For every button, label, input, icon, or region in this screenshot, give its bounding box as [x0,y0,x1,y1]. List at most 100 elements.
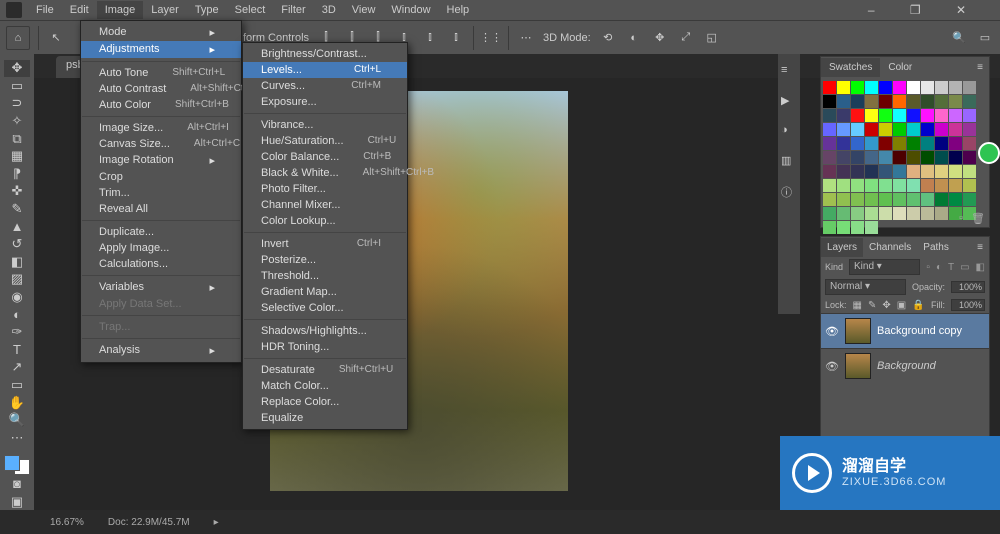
menu-item-shadows-highlights[interactable]: Shadows/Highlights... [243,323,407,339]
swatch[interactable] [851,221,864,234]
filter-smart-icon[interactable]: ◧ [976,262,985,273]
shape-tool[interactable]: ▭ [4,377,30,394]
menu-item-mode[interactable]: Mode▸ [81,24,241,41]
slide-3d-icon[interactable]: ⤢ [677,29,695,47]
swatch[interactable] [935,81,948,94]
swatch[interactable] [935,137,948,150]
menu-item-analysis[interactable]: Analysis▸ [81,342,241,359]
swatch[interactable] [907,137,920,150]
menu-select[interactable]: Select [227,1,274,19]
menu-item-desaturate[interactable]: DesaturateShift+Ctrl+U [243,362,407,378]
swatch[interactable] [949,137,962,150]
menu-item-vibrance[interactable]: Vibrance... [243,117,407,133]
eyedropper-tool[interactable]: ⁋ [4,166,30,183]
swatch[interactable] [879,137,892,150]
swatch[interactable] [921,123,934,136]
adjustments-panel-icon[interactable]: ◑ [781,124,797,140]
menu-help[interactable]: Help [439,1,478,19]
stamp-tool[interactable]: ▲ [4,218,30,235]
swatch[interactable] [893,179,906,192]
crop-tool[interactable]: ⧉ [4,130,30,147]
swatch[interactable] [921,137,934,150]
menu-item-selective-color[interactable]: Selective Color... [243,300,407,316]
swatch[interactable] [851,207,864,220]
menu-item-duplicate[interactable]: Duplicate... [81,224,241,240]
swatch[interactable] [921,109,934,122]
history-brush-tool[interactable]: ↺ [4,236,30,253]
swatch[interactable] [837,193,850,206]
swatch[interactable] [837,151,850,164]
swatch[interactable] [851,137,864,150]
delete-swatch-icon[interactable]: 🗑 [971,212,985,225]
menu-layer[interactable]: Layer [143,1,187,19]
swatch[interactable] [893,123,906,136]
swatch[interactable] [851,179,864,192]
play-panel-icon[interactable]: ▶ [781,94,797,110]
swatch[interactable] [865,123,878,136]
filter-adjust-icon[interactable]: ◐ [936,262,942,273]
info-panel-icon[interactable]: ⓘ [781,184,797,200]
swatch[interactable] [879,207,892,220]
gradient-tool[interactable]: ▨ [4,271,30,288]
lock-all-icon[interactable]: 🔒 [912,300,924,311]
menu-item-black-white[interactable]: Black & White...Alt+Shift+Ctrl+B [243,165,407,181]
swatch[interactable] [907,193,920,206]
swatch[interactable] [907,123,920,136]
swatch[interactable] [963,109,976,122]
swatch[interactable] [935,95,948,108]
workspace-icon[interactable]: ▭ [976,29,994,47]
visibility-icon[interactable]: 👁 [825,360,839,373]
menu-item-image-rotation[interactable]: Image Rotation▸ [81,152,241,169]
swatch[interactable] [949,81,962,94]
zoom-level[interactable]: 16.67% [50,517,84,528]
lock-artboard-icon[interactable]: ▣ [897,300,906,311]
layers-tab[interactable]: Layers [821,238,863,257]
menu-item-color-balance[interactable]: Color Balance...Ctrl+B [243,149,407,165]
menu-item-levels[interactable]: Levels...Ctrl+L [243,62,407,78]
menu-item-crop[interactable]: Crop [81,169,241,185]
screen-mode[interactable]: ▣ [4,493,30,510]
menu-type[interactable]: Type [187,1,227,19]
lock-paint-icon[interactable]: ✎ [868,300,876,311]
menu-item-variables[interactable]: Variables▸ [81,279,241,296]
swatch[interactable] [837,207,850,220]
color-swatch[interactable] [4,455,30,475]
pen-tool[interactable]: ✑ [4,324,30,341]
lasso-tool[interactable]: ⊃ [4,95,30,112]
swatch[interactable] [893,95,906,108]
brush-tool[interactable]: ✎ [4,201,30,218]
menu-item-image-size[interactable]: Image Size...Alt+Ctrl+I [81,120,241,136]
swatch[interactable] [949,95,962,108]
menu-item-auto-contrast[interactable]: Auto ContrastAlt+Shift+Ctrl+L [81,81,241,97]
frame-tool[interactable]: ▦ [4,148,30,165]
marquee-tool[interactable]: ▭ [4,78,30,95]
swatch[interactable] [907,109,920,122]
menu-item-invert[interactable]: InvertCtrl+I [243,236,407,252]
swatch[interactable] [837,221,850,234]
swatch[interactable] [921,95,934,108]
swatch[interactable] [893,151,906,164]
swatch[interactable] [935,123,948,136]
color-tab[interactable]: Color [880,58,920,77]
swatch[interactable] [823,123,836,136]
quick-mask[interactable]: ◙ [4,476,30,493]
menu-item-curves[interactable]: Curves...Ctrl+M [243,78,407,94]
swatch[interactable] [921,207,934,220]
kind-dropdown[interactable]: Kind ▾ [849,259,920,275]
swatch[interactable] [893,137,906,150]
new-swatch-icon[interactable]: ▫ [959,212,963,225]
search-icon[interactable]: 🔍 [950,29,968,47]
menu-item-calculations[interactable]: Calculations... [81,256,241,272]
swatch[interactable] [865,95,878,108]
swatch[interactable] [837,179,850,192]
swatch[interactable] [851,165,864,178]
panel-menu-icon[interactable]: ≡ [977,62,989,73]
menu-item-adjustments[interactable]: Adjustments▸ [81,41,241,58]
swatch[interactable] [823,137,836,150]
menu-item-photo-filter[interactable]: Photo Filter... [243,181,407,197]
swatch[interactable] [823,179,836,192]
swatch[interactable] [921,179,934,192]
menu-window[interactable]: Window [383,1,438,19]
dodge-tool[interactable]: ◐ [4,306,30,323]
move-tool-icon[interactable]: ↖ [47,29,65,47]
